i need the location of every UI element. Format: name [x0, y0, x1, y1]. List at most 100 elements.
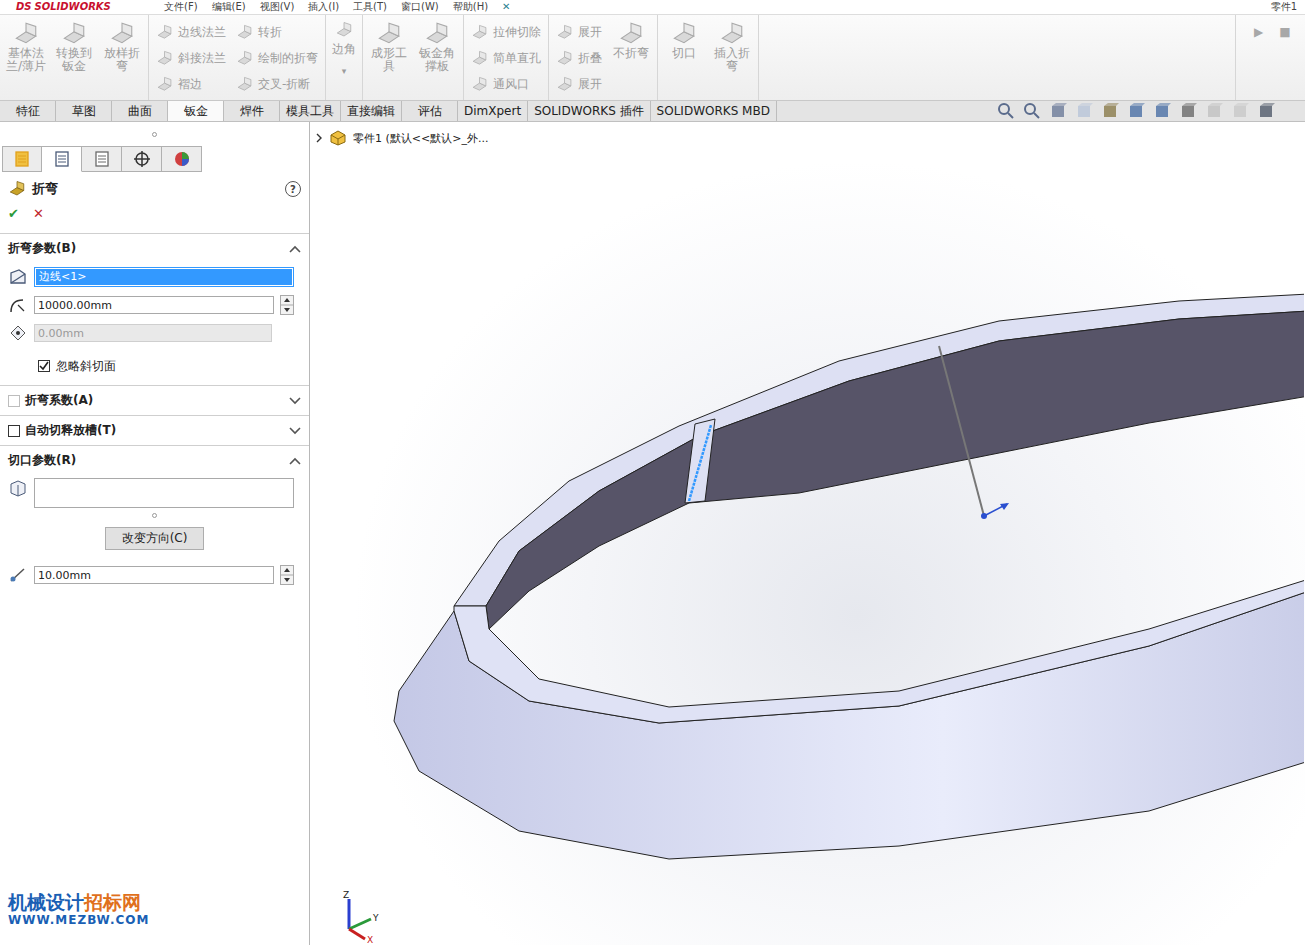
scene-icon[interactable]: [1231, 102, 1249, 120]
spin-arrows-icon[interactable]: [280, 565, 294, 585]
command-tab[interactable]: SOLIDWORKS MBD: [651, 101, 777, 121]
previous-view-icon[interactable]: [1049, 102, 1067, 120]
ribbon-item[interactable]: 通风口: [471, 71, 541, 97]
ribbon-item[interactable]: 绘制的折弯: [236, 45, 318, 71]
command-tab[interactable]: 曲面: [112, 101, 168, 121]
ribbon-dropdown[interactable]: 边角▾: [329, 19, 359, 76]
ribbon: 基体法兰/薄片转换到钣金放样折弯边线法兰斜接法兰褶边转折绘制的折弯交叉-折断边角…: [0, 15, 1305, 101]
expand-chevron-icon[interactable]: [289, 397, 301, 405]
section-checkbox: [8, 395, 20, 407]
section-header[interactable]: 自动切释放槽(T): [0, 415, 309, 445]
tab-label: SOLIDWORKS MBD: [657, 104, 770, 118]
grip-dot: [152, 132, 157, 137]
panel-grip: [0, 122, 309, 146]
display-style-icon[interactable]: [1153, 102, 1171, 120]
expand-chevron-icon[interactable]: [289, 427, 301, 435]
ribbon-item[interactable]: 展开: [556, 71, 602, 97]
ribbon-button[interactable]: 放样折弯: [99, 19, 145, 73]
ribbon-item[interactable]: 展开: [556, 19, 602, 45]
edge-selection-box[interactable]: 边线<1>: [34, 267, 294, 287]
command-tab[interactable]: DimXpert: [458, 101, 528, 121]
ribbon-label: 绘制的折弯: [258, 50, 318, 67]
cut-faces-list[interactable]: [34, 478, 294, 508]
distance-d1-icon: [8, 323, 28, 343]
graphics-area: 零件1 (默认<<默认>_外...ZYX: [310, 122, 1305, 945]
ribbon-button[interactable]: 切口: [661, 19, 707, 60]
ribbon-item[interactable]: 拉伸切除: [471, 19, 541, 45]
collapse-chevron-icon[interactable]: [289, 245, 301, 253]
panel-title: 折弯?: [0, 172, 309, 198]
monitor-icon[interactable]: [1257, 102, 1275, 120]
manager-tab[interactable]: [162, 146, 202, 172]
play-button[interactable]: ▶: [1254, 25, 1263, 39]
section-header[interactable]: 切口参数(R): [0, 445, 309, 475]
ribbon-item[interactable]: 折叠: [556, 45, 602, 71]
value-field[interactable]: 10000.00mm: [34, 296, 274, 314]
menu-item[interactable]: 视图(V): [260, 1, 295, 13]
zoom-fit-icon[interactable]: [997, 102, 1015, 120]
command-tab[interactable]: 直接编辑: [341, 101, 402, 121]
ribbon-stack: 边线法兰斜接法兰褶边: [152, 19, 230, 97]
ribbon-item[interactable]: 边线法兰: [156, 19, 226, 45]
workspace: 折弯? ✔ ✕ 折弯参数(B) 边线<1> 10000.00mm 0.00mm 忽略斜切面折弯…: [0, 122, 1305, 945]
manager-tab[interactable]: [82, 146, 122, 172]
command-tab[interactable]: 钣金: [168, 101, 224, 121]
section-checkbox[interactable]: [8, 425, 20, 437]
sheet-metal-icon: [556, 76, 573, 93]
command-tab[interactable]: 焊件: [224, 101, 280, 121]
menu-item[interactable]: 帮助(H): [453, 1, 488, 13]
menu-item[interactable]: 窗口(W): [401, 1, 439, 13]
ribbon-item[interactable]: 斜接法兰: [156, 45, 226, 71]
value-field[interactable]: 10.00mm: [34, 566, 274, 584]
dynamic-annotation-icon[interactable]: [1101, 102, 1119, 120]
help-button[interactable]: ?: [285, 181, 301, 197]
ribbon-button[interactable]: 基体法兰/薄片: [3, 19, 49, 73]
ribbon-button[interactable]: 不折弯: [608, 19, 654, 60]
manager-tab[interactable]: [2, 146, 42, 172]
dimxpert-icon: [133, 150, 151, 168]
zoom-area-icon[interactable]: [1023, 102, 1041, 120]
section-header[interactable]: 折弯系数(A): [0, 385, 309, 415]
ribbon-item[interactable]: 交叉-折断: [236, 71, 318, 97]
command-tab[interactable]: 评估: [402, 101, 458, 121]
disabled-field: 0.00mm: [34, 324, 272, 342]
command-tab[interactable]: 特征: [0, 101, 56, 121]
ok-button[interactable]: ✔: [8, 206, 19, 221]
watermark: 机械设计招标网WWW.MEZBW.COM: [8, 893, 149, 929]
appearance-icon[interactable]: [1205, 102, 1223, 120]
expand-arrow-icon[interactable]: [315, 133, 323, 143]
manager-tab[interactable]: [42, 146, 82, 172]
collapse-chevron-icon[interactable]: [289, 457, 301, 465]
option-checkbox[interactable]: [38, 360, 50, 372]
field-value: 10.00mm: [38, 569, 91, 582]
ribbon-item[interactable]: 褶边: [156, 71, 226, 97]
spin-arrows-icon[interactable]: [280, 295, 294, 315]
ribbon-button[interactable]: 转换到钣金: [51, 19, 97, 73]
ribbon-item[interactable]: 简单直孔: [471, 45, 541, 71]
pin-button[interactable]: ✕: [502, 1, 510, 13]
cancel-button[interactable]: ✕: [33, 206, 44, 221]
sheet-metal-icon: [471, 76, 488, 93]
ribbon-button[interactable]: 插入折弯: [709, 19, 755, 73]
hide-show-icon[interactable]: [1179, 102, 1197, 120]
ribbon-item[interactable]: 转折: [236, 19, 318, 45]
command-tab[interactable]: 草图: [56, 101, 112, 121]
reverse-direction-button[interactable]: 改变方向(C): [105, 527, 205, 550]
ribbon-button[interactable]: 钣金角撑板: [414, 19, 460, 73]
display-manager-icon: [173, 150, 191, 168]
ribbon-button[interactable]: 成形工具: [366, 19, 412, 73]
menu-item[interactable]: 工具(T): [353, 1, 387, 13]
section-header[interactable]: 折弯参数(B): [0, 233, 309, 263]
command-tab[interactable]: SOLIDWORKS 插件: [528, 101, 650, 121]
command-tab[interactable]: 模具工具: [280, 101, 341, 121]
menu-item[interactable]: 插入(I): [308, 1, 339, 13]
section-view-icon[interactable]: [1075, 102, 1093, 120]
menu-item[interactable]: 文件(F): [164, 1, 198, 13]
section-title: 折弯参数(B): [8, 240, 76, 257]
stop-button[interactable]: ■: [1279, 25, 1290, 39]
menu-item[interactable]: 编辑(E): [212, 1, 246, 13]
checkbox-row: 忽略斜切面: [0, 347, 309, 385]
view-orientation-icon[interactable]: [1127, 102, 1145, 120]
feature-tree-item[interactable]: 零件1 (默认<<默认>_外...: [315, 130, 488, 146]
manager-tab[interactable]: [122, 146, 162, 172]
